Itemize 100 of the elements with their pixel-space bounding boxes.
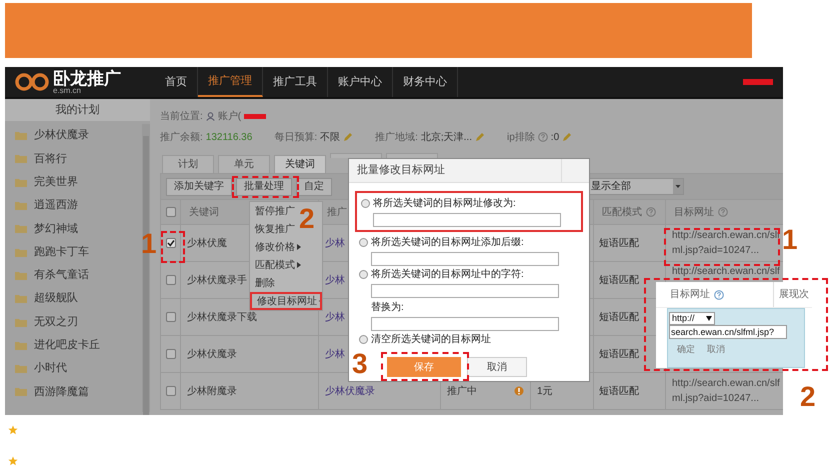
replace-label: 替换为:: [371, 300, 405, 315]
dialog-title: 批量修改目标网址: [357, 163, 445, 178]
pencil-icon: [475, 132, 485, 142]
column-header: 关键词: [189, 206, 219, 220]
account-link[interactable]: 账户(: [218, 108, 242, 124]
sidebar-item[interactable]: 超级舰队: [5, 287, 142, 310]
toolbar-button[interactable]: 批量处理: [236, 178, 292, 196]
folder-icon: [15, 387, 27, 396]
column-header: 展现次: [778, 288, 809, 302]
option-label: 将所选关键词的目标网址修改为:: [373, 196, 516, 211]
cancel-button[interactable]: 取消: [467, 357, 527, 377]
sidebar-item[interactable]: 西游降魔篇: [5, 380, 142, 404]
menu-item[interactable]: 删除: [250, 274, 277, 292]
text-field[interactable]: [371, 317, 559, 331]
sidebar-item[interactable]: 有杀气童话: [5, 264, 142, 288]
checkmark-icon: [166, 239, 174, 247]
logo-title: 卧龙推广: [53, 70, 121, 86]
menu-item[interactable]: 暂停推广: [250, 202, 297, 220]
highlight-frame: [232, 176, 299, 198]
nav-tab[interactable]: 财务中心: [393, 67, 458, 97]
toolbar-button[interactable]: 自定: [296, 178, 332, 196]
confirm-link[interactable]: 确定: [677, 343, 695, 356]
status-cell-text: 推广中: [447, 384, 477, 398]
folder-icon: [15, 131, 27, 140]
tab[interactable]: 计划: [162, 155, 214, 173]
stat-label: ip排除: [507, 130, 535, 144]
plan-link[interactable]: 少林: [325, 346, 345, 362]
url-text: ml.jsp?aid=10247...: [672, 392, 760, 406]
step-number: 1: [782, 226, 798, 254]
plan-link[interactable]: 少林伏魔录: [325, 384, 375, 398]
filter-select[interactable]: 显示全部: [588, 178, 684, 195]
match-cell-text: 短语匹配: [599, 274, 639, 288]
match-cell-text: 短语匹配: [599, 310, 639, 324]
menu-item[interactable]: 恢复推广: [250, 220, 297, 238]
logo-icon: [15, 73, 49, 91]
match-cell-text: 短语匹配: [599, 348, 639, 362]
sidebar-item[interactable]: 进化吧皮卡丘: [5, 334, 142, 357]
sidebar-item[interactable]: 无双之刃: [5, 310, 142, 334]
protocol-select[interactable]: http://: [669, 312, 715, 325]
menu-item[interactable]: 匹配模式: [250, 256, 303, 274]
help-icon: [646, 207, 656, 217]
checkbox[interactable]: [166, 238, 176, 248]
url-field[interactable]: search.ewan.cn/slfml.jsp?: [669, 325, 787, 339]
option-label: 将所选关键词的目标网址添加后缀:: [371, 236, 524, 250]
nav-tab[interactable]: 推广工具: [263, 67, 328, 97]
tab[interactable]: [386, 153, 438, 158]
star-icon: [8, 456, 18, 466]
column-header: 推广: [327, 206, 347, 220]
text-field[interactable]: [371, 284, 559, 298]
cancel-link[interactable]: 取消: [707, 343, 725, 356]
plan-link[interactable]: 少林: [325, 272, 345, 288]
sidebar-item[interactable]: 少林伏魔录: [5, 124, 142, 148]
url-text: http://search.ewan.cn/slf: [672, 377, 781, 391]
tab[interactable]: 单元: [218, 155, 270, 173]
plan-link[interactable]: 少林: [325, 236, 345, 250]
submenu-arrow-icon: [297, 262, 301, 268]
folder-icon: [15, 248, 27, 257]
text-field[interactable]: [371, 252, 559, 266]
checkbox[interactable]: [166, 275, 176, 285]
url-text: ml.jsp?aid=10247...: [672, 244, 760, 258]
plan-link[interactable]: 少林: [325, 310, 345, 324]
checkbox[interactable]: [166, 386, 176, 396]
step-number: 1: [141, 230, 157, 258]
sidebar-item[interactable]: 逍遥西游: [5, 194, 142, 218]
nav-tab[interactable]: 首页: [155, 67, 198, 97]
folder-icon: [15, 154, 27, 164]
menu-item[interactable]: 修改价格: [250, 238, 303, 256]
tab[interactable]: [330, 153, 382, 158]
checkbox[interactable]: [166, 207, 176, 217]
radio-button[interactable]: [359, 270, 368, 279]
sidebar-item[interactable]: 完美世界: [5, 170, 142, 194]
column-header: 匹配模式: [602, 206, 642, 220]
pencil-icon: [562, 132, 572, 142]
folder-icon: [15, 201, 27, 210]
sidebar-item[interactable]: 梦幻神域: [5, 217, 142, 240]
radio-button[interactable]: [361, 199, 370, 208]
folder-icon: [15, 340, 27, 350]
column-header: 目标网址: [670, 288, 710, 302]
nav-tab[interactable]: 账户中心: [328, 67, 393, 97]
logo-subtitle: e.sm.cn: [53, 86, 82, 94]
menu-item[interactable]: 修改目标网址: [250, 292, 322, 310]
help-icon: [538, 132, 548, 142]
radio-button[interactable]: [359, 335, 368, 344]
sidebar-item[interactable]: 百将行: [5, 147, 142, 171]
text-field[interactable]: [373, 213, 561, 227]
dropdown-arrow-icon: [706, 316, 712, 321]
toolbar-button[interactable]: 添加关键字: [166, 178, 232, 196]
nav-tab[interactable]: 推广管理: [198, 67, 263, 97]
option-label: 将所选关键词的目标网址中的字符:: [371, 268, 524, 282]
sidebar-item[interactable]: 小时代: [5, 356, 142, 380]
column-header: 目标网址: [674, 206, 714, 220]
checkbox[interactable]: [166, 312, 176, 322]
price-cell-text: 1元: [537, 384, 553, 398]
sidebar-item[interactable]: 跑跑卡丁车: [5, 240, 142, 264]
radio-button[interactable]: [359, 238, 368, 247]
keyword-cell-text: 少林伏魔录手: [187, 274, 247, 288]
tab[interactable]: 关键词: [274, 155, 326, 173]
keyword-cell-text: 少林伏魔: [187, 236, 227, 250]
redaction-bar: [244, 114, 266, 118]
checkbox[interactable]: [166, 349, 176, 359]
